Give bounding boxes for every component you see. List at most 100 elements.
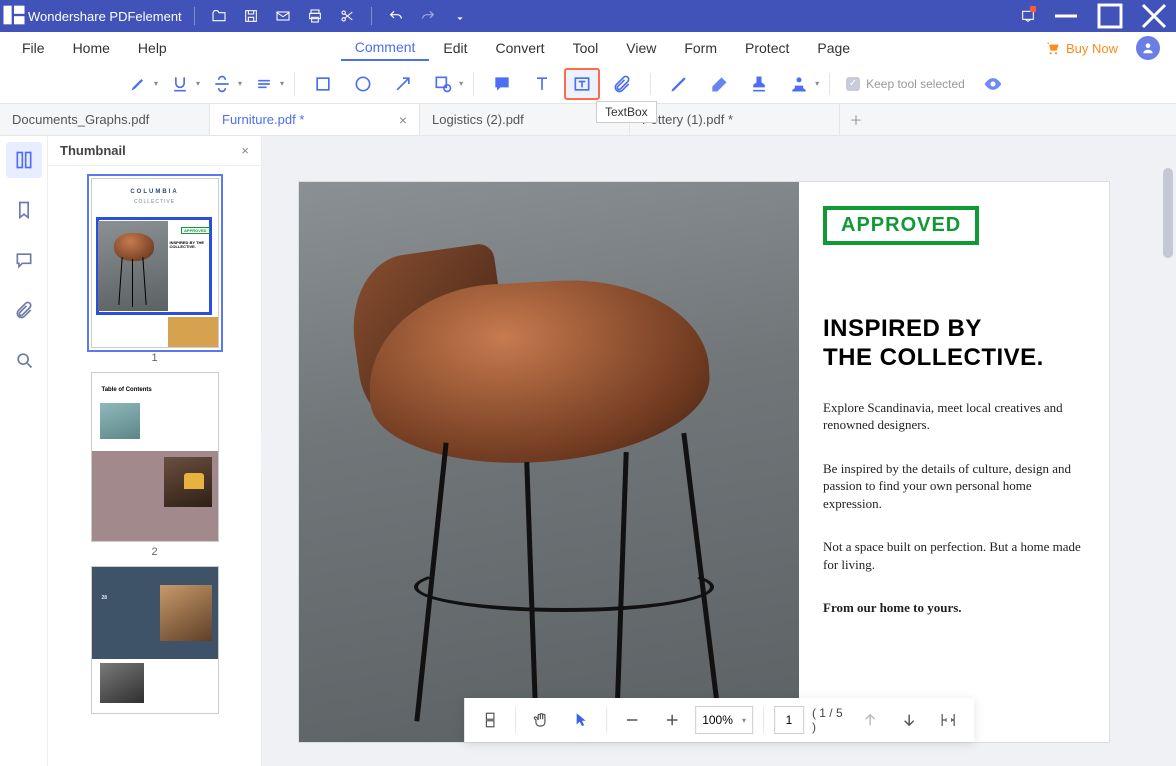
menu-form[interactable]: Form — [670, 36, 731, 60]
page-thumbnail[interactable]: 28 — [91, 566, 219, 714]
select-tool-button[interactable] — [565, 703, 596, 737]
page-paragraph: From our home to yours. — [823, 599, 1083, 617]
page-thumbnail[interactable]: Table of Contents — [91, 372, 219, 542]
quick-access-dropdown-icon[interactable] — [444, 0, 476, 32]
textbox-tool[interactable] — [564, 68, 600, 100]
menu-home[interactable]: Home — [59, 36, 124, 60]
rectangle-shape-tool[interactable] — [305, 68, 341, 100]
arrow-shape-tool[interactable] — [385, 68, 421, 100]
window-minimize-icon[interactable] — [1044, 0, 1088, 32]
main-area: Thumbnail × COLUMBIA COLLECTIVE APPROVED… — [0, 136, 1176, 766]
eraser-tool[interactable] — [701, 68, 737, 100]
menu-view[interactable]: View — [612, 36, 670, 60]
comments-panel-button[interactable] — [6, 242, 42, 278]
menu-bar: File Home Help Comment Edit Convert Tool… — [0, 32, 1176, 64]
mail-icon[interactable] — [267, 0, 299, 32]
search-panel-button[interactable] — [6, 342, 42, 378]
more-shapes-tool[interactable]: ▾ — [425, 68, 463, 100]
approved-stamp: APPROVED — [823, 206, 979, 245]
fit-width-button[interactable] — [933, 703, 964, 737]
open-file-icon[interactable] — [203, 0, 235, 32]
menu-edit[interactable]: Edit — [429, 36, 481, 60]
zoom-out-button[interactable] — [617, 703, 648, 737]
strikethrough-tool[interactable]: ▾ — [204, 68, 242, 100]
typewriter-tool[interactable] — [524, 68, 560, 100]
keep-tool-selected-toggle[interactable]: Keep tool selected — [840, 68, 971, 100]
page-thumbnail[interactable]: COLUMBIA COLLECTIVE APPROVED INSPIRED BY… — [91, 178, 219, 348]
close-panel-icon[interactable]: × — [241, 143, 249, 158]
menu-comment[interactable]: Comment — [341, 35, 430, 61]
thumbnail-panel: Thumbnail × COLUMBIA COLLECTIVE APPROVED… — [48, 136, 262, 766]
thumb-brand: COLUMBIA — [92, 189, 218, 195]
comment-toolbar: ▾ ▾ ▾ ▾ ▾ ▾ Keep tool selected TextBox — [0, 64, 1176, 104]
notification-icon[interactable] — [1012, 0, 1044, 32]
thumb-headline: INSPIRED BY THE COLLECTIVE. — [170, 241, 212, 250]
scroll-mode-button[interactable] — [474, 703, 505, 737]
hand-tool-button[interactable] — [526, 703, 557, 737]
doc-tab[interactable]: Documents_Graphs.pdf — [0, 104, 210, 135]
add-tab-button[interactable]: ＋ — [840, 104, 872, 135]
highlight-tool[interactable]: ▾ — [120, 68, 158, 100]
menu-convert[interactable]: Convert — [482, 36, 559, 60]
print-icon[interactable] — [299, 0, 331, 32]
attachment-tool[interactable] — [604, 68, 640, 100]
thumb-section-num: 28 — [102, 595, 108, 601]
page-text-column: APPROVED INSPIRED BY THE COLLECTIVE. Exp… — [823, 206, 1083, 617]
page-paragraph: Be inspired by the details of culture, d… — [823, 460, 1083, 513]
zoom-level-select[interactable]: 100%▾ — [695, 706, 753, 734]
page-headline: INSPIRED BY THE COLLECTIVE. — [823, 315, 1083, 373]
caret-tool[interactable]: ▾ — [246, 68, 284, 100]
doc-tab[interactable]: Furniture.pdf * × — [210, 104, 420, 135]
save-icon[interactable] — [235, 0, 267, 32]
thumb-number: 1 — [151, 352, 157, 364]
document-viewport[interactable]: APPROVED INSPIRED BY THE COLLECTIVE. Exp… — [262, 136, 1176, 766]
doc-tab-label: Logistics (2).pdf — [432, 112, 524, 127]
prev-page-button[interactable] — [855, 703, 886, 737]
app-title: Wondershare PDFelement — [28, 9, 186, 24]
menu-page[interactable]: Page — [803, 36, 864, 60]
thumb-number: 2 — [151, 546, 157, 558]
window-close-icon[interactable] — [1132, 0, 1176, 32]
user-avatar-icon[interactable] — [1136, 36, 1160, 60]
keep-tool-label: Keep tool selected — [866, 77, 965, 91]
document-tabs: Documents_Graphs.pdf Furniture.pdf * × Lo… — [0, 104, 1176, 136]
doc-tab-label: Furniture.pdf * — [222, 112, 304, 127]
thumb-image — [98, 221, 168, 311]
redo-icon[interactable] — [412, 0, 444, 32]
thumbnails-panel-button[interactable] — [6, 142, 42, 178]
next-page-button[interactable] — [894, 703, 925, 737]
note-tool[interactable] — [484, 68, 520, 100]
page-total-label: ( 1 / 5 ) — [812, 706, 847, 734]
attachments-panel-button[interactable] — [6, 292, 42, 328]
undo-icon[interactable] — [380, 0, 412, 32]
menu-tool[interactable]: Tool — [559, 36, 613, 60]
doc-tab[interactable]: Pottery (1).pdf * — [630, 104, 840, 135]
menu-help[interactable]: Help — [124, 36, 181, 60]
close-tab-icon[interactable]: × — [399, 112, 407, 128]
zoom-in-button[interactable] — [656, 703, 687, 737]
thumbnail-panel-title: Thumbnail — [60, 143, 126, 158]
page-number-input[interactable] — [774, 706, 804, 734]
signature-tool[interactable]: ▾ — [781, 68, 819, 100]
window-maximize-icon[interactable] — [1088, 0, 1132, 32]
thumb-brand-sub: COLLECTIVE — [92, 199, 218, 205]
page-image — [299, 182, 799, 742]
pencil-tool[interactable] — [661, 68, 697, 100]
pdf-page[interactable]: APPROVED INSPIRED BY THE COLLECTIVE. Exp… — [299, 182, 1109, 742]
checkbox-icon — [846, 77, 860, 91]
page-paragraph: Explore Scandinavia, meet local creative… — [823, 399, 1083, 434]
doc-tab-label: Documents_Graphs.pdf — [12, 112, 149, 127]
page-paragraph: Not a space built on perfection. But a h… — [823, 538, 1083, 573]
buy-now-button[interactable]: Buy Now — [1034, 40, 1128, 56]
hide-comments-tool[interactable] — [975, 68, 1011, 100]
menu-file[interactable]: File — [8, 36, 59, 60]
app-logo-icon — [0, 1, 28, 32]
oval-shape-tool[interactable] — [345, 68, 381, 100]
tooltip: TextBox — [596, 101, 657, 123]
underline-tool[interactable]: ▾ — [162, 68, 200, 100]
scrollbar-thumb[interactable] — [1163, 168, 1173, 258]
menu-protect[interactable]: Protect — [731, 36, 803, 60]
stamp-tool[interactable] — [741, 68, 777, 100]
scissors-icon[interactable] — [331, 0, 363, 32]
bookmarks-panel-button[interactable] — [6, 192, 42, 228]
